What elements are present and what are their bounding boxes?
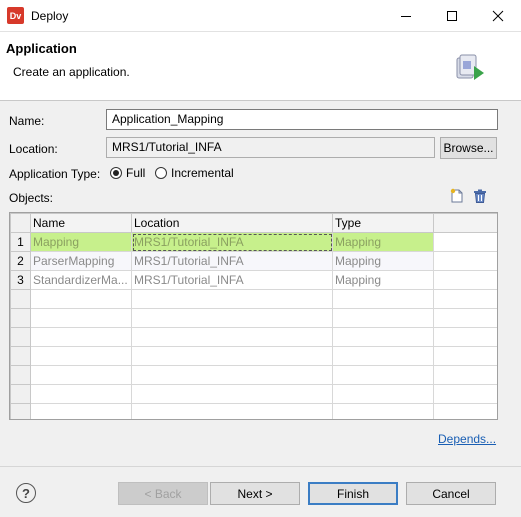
row-number: 3 (10, 270, 31, 290)
help-icon[interactable]: ? (16, 483, 36, 503)
empty-row (10, 403, 497, 419)
maximize-button[interactable] (429, 0, 475, 32)
objects-table[interactable]: Name Location Type 1 Mapping MRS1/Tutori… (9, 212, 498, 420)
radio-full[interactable]: Full (110, 166, 145, 180)
page-title: Application (6, 41, 77, 56)
finish-button[interactable]: Finish (308, 482, 398, 505)
cell-type[interactable]: Mapping (332, 251, 434, 271)
column-header-type[interactable]: Type (332, 213, 434, 233)
empty-row (10, 384, 497, 404)
close-button[interactable] (475, 0, 521, 32)
minimize-icon (401, 16, 411, 17)
radio-incremental-label: Incremental (171, 166, 234, 180)
radio-full-label: Full (126, 166, 146, 180)
column-header-name[interactable]: Name (30, 213, 132, 233)
application-type-label: Application Type: (9, 167, 101, 181)
page-description: Create an application. (13, 65, 130, 79)
window-title: Deploy (31, 8, 69, 23)
title-bar: Dv Deploy (0, 0, 521, 32)
add-object-icon[interactable] (449, 188, 465, 204)
row-number: 1 (10, 232, 31, 252)
depends-link[interactable]: Depends... (438, 432, 496, 446)
empty-row (10, 289, 497, 309)
table-header-row: Name Location Type (10, 213, 497, 233)
cell-location[interactable]: MRS1/Tutorial_INFA (131, 251, 333, 271)
cancel-button[interactable]: Cancel (406, 482, 496, 505)
deploy-application-icon (456, 54, 484, 80)
radio-full-indicator (110, 167, 122, 179)
column-header-location[interactable]: Location (131, 213, 333, 233)
location-label: Location: (9, 142, 58, 156)
location-field: MRS1/Tutorial_INFA (106, 137, 435, 158)
column-header-filler (433, 213, 497, 233)
empty-row (10, 365, 497, 385)
delete-object-icon[interactable] (472, 188, 488, 204)
cell-location[interactable]: MRS1/Tutorial_INFA (131, 270, 333, 290)
footer-divider (0, 466, 521, 467)
cell-type[interactable]: Mapping (332, 270, 434, 290)
minimize-button[interactable] (383, 0, 429, 32)
cell-filler (433, 232, 497, 252)
window-controls (383, 0, 521, 32)
cell-type[interactable]: Mapping (332, 232, 434, 252)
table-row[interactable]: 1 Mapping MRS1/Tutorial_INFA Mapping (10, 232, 497, 252)
table-row[interactable]: 3 StandardizerMa... MRS1/Tutorial_INFA M… (10, 270, 497, 290)
wizard-header: Application Create an application. (0, 32, 521, 101)
back-button[interactable]: < Back (118, 482, 208, 505)
table-row[interactable]: 2 ParserMapping MRS1/Tutorial_INFA Mappi… (10, 251, 497, 271)
maximize-icon (447, 11, 457, 21)
cell-location[interactable]: MRS1/Tutorial_INFA (131, 232, 333, 252)
radio-incremental-indicator (155, 167, 167, 179)
empty-row (10, 327, 497, 347)
radio-incremental[interactable]: Incremental (155, 166, 234, 180)
cell-name[interactable]: StandardizerMa... (30, 270, 132, 290)
cell-filler (433, 251, 497, 271)
objects-label: Objects: (9, 191, 54, 205)
empty-row (10, 346, 497, 366)
cell-name[interactable]: ParserMapping (30, 251, 132, 271)
name-input[interactable]: Application_Mapping (106, 109, 498, 130)
empty-row (10, 308, 497, 328)
row-number: 2 (10, 251, 31, 271)
next-button[interactable]: Next > (210, 482, 300, 505)
cell-name[interactable]: Mapping (30, 232, 132, 252)
browse-button[interactable]: Browse... (440, 137, 497, 159)
name-label: Name: (9, 114, 45, 128)
cell-filler (433, 270, 497, 290)
app-icon: Dv (7, 7, 24, 24)
close-icon (492, 10, 504, 22)
row-number-header (10, 213, 31, 233)
